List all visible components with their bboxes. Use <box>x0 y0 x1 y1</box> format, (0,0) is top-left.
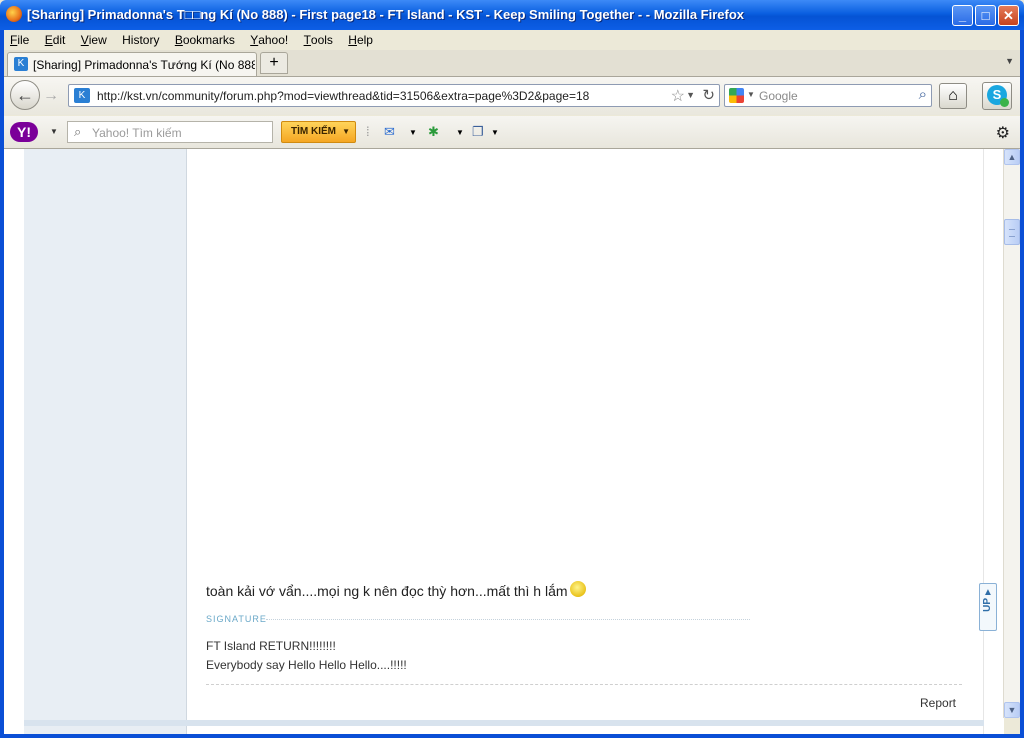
scroll-up-arrow-icon[interactable]: ▲ <box>1004 149 1020 165</box>
back-button[interactable]: ← <box>10 80 40 110</box>
yahoo-search-icon: ⌕ <box>74 124 82 139</box>
new-tab-button[interactable]: + <box>260 52 288 74</box>
post-bottom-bar <box>24 720 984 726</box>
google-engine-icon[interactable] <box>729 88 744 103</box>
title-bar[interactable]: [Sharing] Primadonna's T□□ng Kí (No 888)… <box>0 0 1024 30</box>
minimize-button[interactable]: _ <box>952 5 973 26</box>
browser-window: [Sharing] Primadonna's T□□ng Kí (No 888)… <box>0 0 1024 738</box>
menu-edit[interactable]: Edit <box>39 30 72 50</box>
post-footer-divider <box>206 684 962 685</box>
menu-help[interactable]: Help <box>342 30 379 50</box>
post-message-text: toàn kải vớ vẩn....mọi ng k nên đọc thỳ … <box>206 583 568 599</box>
home-button[interactable]: ⌂ <box>939 83 967 109</box>
menu-tools[interactable]: Tools <box>298 30 339 50</box>
pages-chevron-down-icon[interactable]: ▼ <box>491 128 499 137</box>
yahoo-menu-chevron-down-icon[interactable]: ▼ <box>50 127 58 136</box>
url-text[interactable]: http://kst.vn/community/forum.php?mod=vi… <box>97 89 589 103</box>
yahoo-search-input[interactable]: ⌕ Yahoo! Tìm kiếm <box>67 121 273 143</box>
mail-chevron-down-icon[interactable]: ▼ <box>409 128 417 137</box>
reload-icon[interactable]: ↻ <box>702 86 715 104</box>
tab-active[interactable]: K [Sharing] Primadonna's Tướng Kí (No 88… <box>7 52 257 76</box>
scroll-down-arrow-icon[interactable]: ▼ <box>1004 702 1020 718</box>
navigation-toolbar: ← → K http://kst.vn/community/forum.php?… <box>4 77 1020 115</box>
forward-button[interactable]: → <box>41 86 61 106</box>
url-bar[interactable]: K http://kst.vn/community/forum.php?mod=… <box>68 84 720 107</box>
yahoo-search-button-label: TÌM KIẾM <box>291 126 336 137</box>
site-identity-icon[interactable]: K <box>74 88 90 103</box>
window-frame-right <box>1020 30 1024 738</box>
maximize-button[interactable]: □ <box>975 5 996 26</box>
window-frame-left <box>0 30 4 738</box>
scrollbar-thumb[interactable] <box>1004 219 1020 245</box>
bookmark-star-icon[interactable]: ☆ <box>671 86 685 106</box>
engine-chevron-down-icon[interactable]: ▼ <box>747 90 755 99</box>
vertical-scrollbar[interactable]: ▲ ▼ <box>1003 149 1020 718</box>
signature-line-2: Everybody say Hello Hello Hello....!!!!! <box>206 658 407 672</box>
menu-bookmarks[interactable]: Bookmarks <box>169 30 241 50</box>
widgets-icon[interactable]: ✱ <box>428 124 439 140</box>
post-right-border <box>983 149 984 734</box>
page-gutter <box>4 149 25 734</box>
page-content: toàn kải vớ vẩn....mọi ng k nên đọc thỳ … <box>4 149 1004 734</box>
post-message: toàn kải vớ vẩn....mọi ng k nên đọc thỳ … <box>206 581 586 599</box>
site-favicon-icon: K <box>14 57 28 71</box>
pages-icon[interactable]: ❐ <box>472 124 484 140</box>
skype-status-icon <box>1000 98 1009 107</box>
close-button[interactable]: ✕ <box>998 5 1019 26</box>
menu-history[interactable]: History <box>116 30 165 50</box>
settings-gear-icon[interactable]: ⚙ <box>996 123 1010 143</box>
signature-heading: SIGNATURE <box>206 614 267 624</box>
skype-button[interactable]: S <box>982 82 1012 110</box>
menu-bar: File Edit View History Bookmarks Yahoo! … <box>4 30 1020 50</box>
widgets-chevron-down-icon[interactable]: ▼ <box>456 128 464 137</box>
up-label: UP <box>982 598 993 612</box>
signature-line-1: FT Island RETURN!!!!!!!! <box>206 639 336 653</box>
url-history-chevron-down-icon[interactable]: ▼ <box>686 90 695 100</box>
scroll-up-button[interactable]: ▲ UP <box>979 583 997 631</box>
menu-file[interactable]: File <box>4 30 35 50</box>
mail-icon[interactable]: ✉ <box>384 124 395 140</box>
search-input[interactable]: Google <box>759 89 798 103</box>
window-frame-bottom <box>0 734 1024 738</box>
window-title: [Sharing] Primadonna's T□□ng Kí (No 888)… <box>27 7 745 22</box>
tab-list-chevron-down-icon[interactable]: ▼ <box>1005 56 1014 66</box>
yahoo-search-chevron-down-icon[interactable]: ▼ <box>342 122 350 142</box>
menu-view[interactable]: View <box>75 30 113 50</box>
toolbar-separator-icon: ⁞ <box>366 124 370 139</box>
yahoo-toolbar: Y! ▼ ⌕ Yahoo! Tìm kiếm TÌM KIẾM ▼ ⁞ ✉ ▼ ✱… <box>4 116 1020 149</box>
yahoo-search-placeholder: Yahoo! Tìm kiếm <box>92 126 182 140</box>
post-author-column <box>24 149 187 734</box>
firefox-icon[interactable] <box>6 6 22 22</box>
signature-divider <box>266 619 750 620</box>
menu-yahoo[interactable]: Yahoo! <box>244 30 294 50</box>
yahoo-logo-icon[interactable]: Y! <box>10 122 38 142</box>
tab-strip: K [Sharing] Primadonna's Tướng Kí (No 88… <box>4 50 1020 77</box>
yahoo-search-button[interactable]: TÌM KIẾM ▼ <box>281 121 356 143</box>
smiley-icon <box>569 581 586 597</box>
tab-label: [Sharing] Primadonna's Tướng Kí (No 888)… <box>33 58 255 72</box>
report-link[interactable]: Report <box>920 696 956 710</box>
up-arrow-icon: ▲ <box>983 587 993 598</box>
search-magnifier-icon[interactable]: ⌕ <box>919 86 927 103</box>
search-bar[interactable]: ▼ Google ⌕ <box>724 84 932 107</box>
